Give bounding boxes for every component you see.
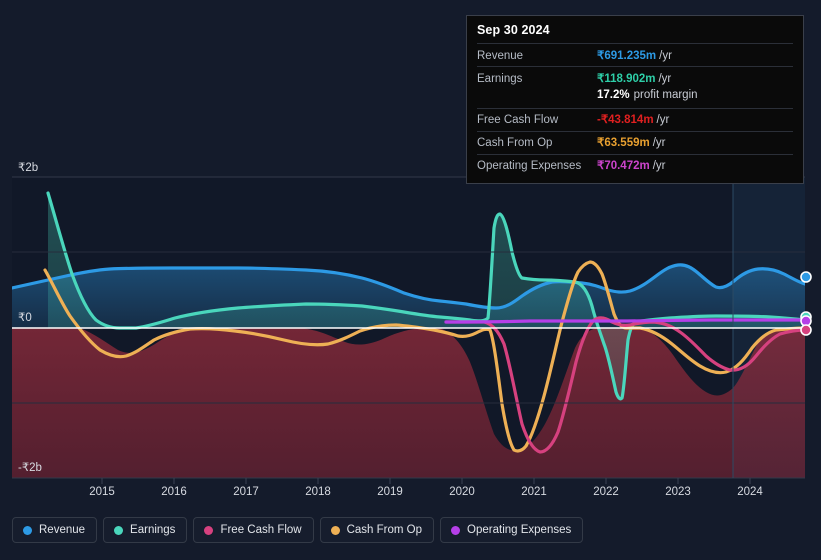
tooltip-text-profit-margin: profit margin (633, 89, 698, 101)
y-axis-label-top: ₹2b (18, 162, 39, 174)
legend-label-revenue: Revenue (39, 524, 86, 536)
tooltip-row-revenue: Revenue ₹691.235m /yr (477, 43, 793, 66)
x-axis-label-2016: 2016 (161, 486, 187, 498)
tooltip-value-earnings: ₹118.902m (597, 72, 656, 85)
tooltip-row-profit-margin: 17.2% profit margin (477, 89, 793, 108)
tooltip-label-cash-from-op: Cash From Op (477, 137, 553, 149)
tooltip-value-revenue: ₹691.235m (597, 49, 657, 62)
legend-item-cash-from-op[interactable]: Cash From Op (319, 517, 435, 543)
endpoint-marker-free-cash-flow (800, 324, 812, 336)
y-axis-label-zero: ₹0 (18, 312, 32, 324)
legend-label-free-cash-flow: Free Cash Flow (220, 524, 302, 536)
x-axis-label-2015: 2015 (89, 486, 115, 498)
endpoint-marker-revenue (800, 271, 812, 283)
legend-label-cash-from-op: Cash From Op (346, 524, 423, 536)
tooltip-row-operating-expenses: Operating Expenses ₹70.472m /yr (477, 153, 793, 177)
x-axis-label-2017: 2017 (233, 486, 259, 498)
tooltip-value-free-cash-flow: -₹43.814m (597, 114, 654, 126)
x-axis-label-2018: 2018 (305, 486, 331, 498)
tooltip-date: Sep 30 2024 (477, 23, 550, 37)
legend-dot-icon-free-cash-flow (204, 525, 214, 535)
tooltip-row-free-cash-flow: Free Cash Flow -₹43.814m /yr (477, 107, 793, 131)
legend-dot-icon-operating-expenses (451, 525, 461, 535)
tooltip-unit-revenue: /yr (659, 49, 672, 62)
x-axis-label-2021: 2021 (521, 486, 547, 498)
legend-dot-icon-earnings (114, 525, 124, 535)
financial-chart: ₹2b ₹0 -₹2b 2015 2016 2017 2018 2019 202… (0, 0, 821, 560)
tooltip-unit-earnings: /yr (658, 72, 672, 85)
tooltip-row-earnings: Earnings ₹118.902m /yr (477, 66, 793, 89)
tooltip-label-revenue: Revenue (477, 49, 524, 62)
legend-label-earnings: Earnings (130, 524, 176, 536)
tooltip-value-cash-from-op: ₹63.559m (597, 137, 650, 149)
legend-dot-icon-revenue (23, 525, 32, 535)
legend-item-operating-expenses[interactable]: Operating Expenses (440, 517, 584, 543)
x-axis-label-2024: 2024 (737, 486, 763, 498)
legend-dot-icon-cash-from-op (330, 525, 340, 535)
legend-label-operating-expenses: Operating Expenses (467, 524, 572, 536)
x-axis-label-2020: 2020 (449, 486, 475, 498)
x-tick-marks (101, 478, 751, 484)
tooltip-label-earnings: Earnings (477, 72, 523, 85)
tooltip-label-operating-expenses: Operating Expenses (477, 160, 582, 172)
tooltip-value-operating-expenses: ₹70.472m (597, 160, 650, 172)
y-axis-label-bottom: -₹2b (18, 462, 42, 474)
data-tooltip: Sep 30 2024 Revenue ₹691.235m /yr Earnin… (466, 15, 804, 184)
legend-item-earnings[interactable]: Earnings (103, 517, 188, 543)
legend-item-revenue[interactable]: Revenue (12, 517, 98, 543)
tooltip-unit-operating-expenses: /yr (652, 160, 666, 172)
x-axis-label-2019: 2019 (377, 486, 403, 498)
tooltip-unit-free-cash-flow: /yr (656, 114, 670, 126)
x-axis-label-2023: 2023 (665, 486, 691, 498)
tooltip-row-cash-from-op: Cash From Op ₹63.559m /yr (477, 130, 793, 154)
legend-item-free-cash-flow[interactable]: Free Cash Flow (193, 517, 314, 543)
tooltip-label-free-cash-flow: Free Cash Flow (477, 114, 559, 126)
chart-legend: Revenue Earnings Free Cash Flow Cash Fro… (12, 517, 584, 543)
x-axis-label-2022: 2022 (593, 486, 619, 498)
tooltip-unit-cash-from-op: /yr (652, 137, 666, 149)
tooltip-value-profit-margin: 17.2% (597, 89, 630, 101)
